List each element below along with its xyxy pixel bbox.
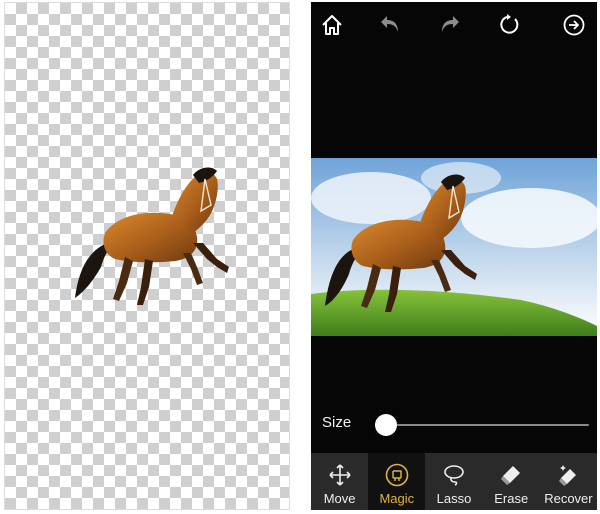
reset-icon (500, 14, 519, 34)
undo-button[interactable] (375, 10, 405, 40)
tool-lasso[interactable]: Lasso (425, 453, 482, 510)
home-icon (322, 15, 342, 35)
tool-erase-label: Erase (494, 491, 529, 506)
redo-button[interactable] (435, 10, 465, 40)
redo-icon (442, 16, 459, 32)
undo-icon (381, 16, 398, 32)
home-button[interactable] (317, 10, 347, 40)
tool-lasso-label: Lasso (436, 491, 472, 506)
next-icon (563, 14, 585, 36)
reset-button[interactable] (494, 10, 524, 40)
brush-size-control: Size (311, 406, 597, 442)
tool-erase[interactable]: Erase (483, 453, 540, 510)
tool-magic[interactable]: Magic (368, 453, 426, 510)
tool-magic-label: Magic (379, 491, 415, 506)
photo-canvas[interactable] (311, 158, 597, 336)
erase-icon (501, 466, 521, 485)
cutout-horse-image (75, 167, 229, 305)
next-button[interactable] (559, 10, 589, 40)
editor-screen: Size Move Magic Lasso Erase Recover (311, 2, 597, 510)
transparent-canvas (4, 2, 290, 510)
move-icon (329, 464, 351, 486)
horse-photo (311, 158, 597, 336)
size-slider-thumb[interactable] (374, 414, 397, 436)
size-slider-track[interactable] (375, 424, 589, 426)
tool-move[interactable]: Move (311, 453, 368, 510)
recover-icon (559, 465, 577, 486)
tool-bar: Move Magic Lasso Erase Recover (311, 453, 597, 510)
tool-recover[interactable]: Recover (540, 453, 597, 510)
size-label: Size (322, 414, 352, 431)
tool-move-label: Move (323, 491, 356, 506)
magic-icon (385, 463, 409, 487)
top-toolbar (311, 2, 597, 50)
tool-recover-label: Recover (544, 491, 593, 506)
lasso-icon (444, 465, 464, 486)
